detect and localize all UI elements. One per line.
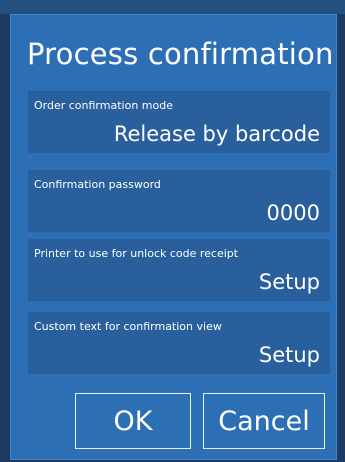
field-value: 0000 [266,201,320,225]
field-value: Release by barcode [113,122,320,146]
field-value: Setup [258,270,320,294]
field-label: Custom text for confirmation view [34,320,222,333]
custom-confirmation-text-field[interactable]: Custom text for confirmation view Setup [28,312,330,374]
unlock-code-printer-field[interactable]: Printer to use for unlock code receipt S… [28,239,330,301]
process-confirmation-dialog: Process confirmation Order confirmation … [10,14,337,460]
confirmation-password-field[interactable]: Confirmation password 0000 [28,170,330,232]
field-label: Printer to use for unlock code receipt [34,247,239,260]
field-label: Order confirmation mode [34,99,173,112]
backdrop-top-strip [0,0,345,14]
order-confirmation-mode-field[interactable]: Order confirmation mode Release by barco… [28,91,330,153]
cancel-button[interactable]: Cancel [203,393,325,449]
field-value: Setup [258,343,320,367]
field-label: Confirmation password [34,178,161,191]
dialog-title: Process confirmation [27,37,334,71]
ok-button[interactable]: OK [75,393,191,449]
